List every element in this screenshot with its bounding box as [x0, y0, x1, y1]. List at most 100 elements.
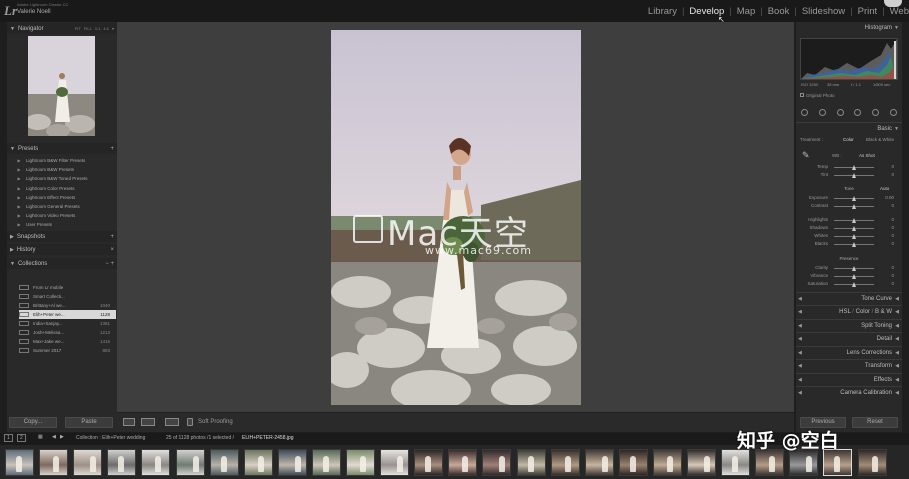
navigator-header[interactable]: ▼ Navigator FIT FILL 1:1 4:1 ▾ — [7, 23, 117, 34]
loupe-view-icon[interactable] — [123, 418, 135, 426]
exposure-slider[interactable]: Exposure 0.00 — [800, 195, 900, 203]
basic-header[interactable]: Basic ▼ — [796, 122, 902, 134]
panel-switch-icon[interactable]: ◀ — [798, 347, 802, 359]
slider-value[interactable]: 0 — [891, 233, 894, 238]
back-arrow-icon[interactable]: ◀ — [52, 434, 56, 440]
page-2-button[interactable]: 2 — [17, 434, 26, 442]
filmstrip-thumbnail[interactable] — [652, 449, 682, 476]
treatment-bw[interactable]: Black & White — [866, 137, 894, 142]
filmstrip-thumbnail-selected[interactable] — [823, 449, 853, 476]
soft-proofing-checkbox[interactable] — [187, 418, 193, 426]
slider-value[interactable]: 0 — [891, 164, 894, 169]
shadows-slider[interactable]: Shadows 0 — [800, 225, 900, 233]
module-map[interactable]: Map — [732, 6, 760, 17]
split-toning-header[interactable]: ◀ Split Toning ◀ — [796, 319, 902, 331]
hsl-header[interactable]: ◀ HSL / Color / B & W ◀ — [796, 305, 902, 317]
reset-button[interactable]: Reset — [852, 417, 898, 428]
slider-knob[interactable] — [852, 226, 856, 231]
effects-header[interactable]: ◀ Effects ◀ — [796, 373, 902, 385]
collection-item[interactable]: From Lr mobile — [19, 283, 116, 292]
slider-value[interactable]: 0.00 — [885, 195, 894, 200]
histogram-graph[interactable] — [800, 38, 898, 80]
filmstrip-thumbnail[interactable] — [448, 449, 478, 476]
highlights-slider[interactable]: Highlights 0 — [800, 217, 900, 225]
slider-knob[interactable] — [852, 242, 856, 247]
slider-knob[interactable] — [852, 204, 856, 209]
preset-folder[interactable]: ▶ User Presets — [12, 220, 116, 229]
adjustment-brush-icon[interactable] — [889, 108, 897, 116]
filmstrip-thumbnail[interactable] — [789, 449, 819, 476]
filmstrip-thumbnail[interactable] — [584, 449, 614, 476]
filmstrip-thumbnail[interactable] — [687, 449, 716, 476]
collection-item-selected[interactable]: Elih+Peter we... 1128 — [19, 310, 116, 319]
before-after-icon[interactable] — [141, 418, 155, 426]
filmstrip-thumbnail[interactable] — [243, 449, 273, 476]
collection-item[interactable]: Summer 2017 883 — [19, 346, 116, 355]
copy-settings-button[interactable]: Copy... — [9, 417, 57, 428]
whites-slider[interactable]: Whites 0 — [800, 233, 900, 241]
slider-value[interactable]: 0 — [891, 241, 894, 246]
slider-value[interactable]: 0 — [891, 273, 894, 278]
window-control-icon[interactable] — [884, 0, 902, 7]
module-library[interactable]: Library — [643, 6, 682, 17]
slider-knob[interactable] — [852, 274, 856, 279]
filmstrip-thumbnail[interactable] — [721, 449, 751, 476]
slider-knob[interactable] — [852, 282, 856, 287]
spot-removal-icon[interactable] — [818, 108, 826, 116]
slider-value[interactable]: 0 — [891, 172, 894, 177]
snapshots-header[interactable]: ▶ Snapshots + — [7, 231, 117, 242]
panel-switch-icon[interactable]: ◀ — [798, 387, 802, 399]
tone-curve-header[interactable]: ◀ Tone Curve ◀ — [796, 292, 902, 304]
filmstrip-thumbnail[interactable] — [516, 449, 546, 476]
module-book[interactable]: Book — [763, 6, 795, 17]
slider-knob[interactable] — [852, 218, 856, 223]
collection-item[interactable]: Smart Collecti... — [19, 292, 116, 301]
zoom-fit[interactable]: FIT — [75, 26, 81, 31]
clear-history-button[interactable]: × — [110, 247, 114, 253]
slider-value[interactable]: 0 — [891, 225, 894, 230]
preset-folder[interactable]: ▶ Lightroom General Presets — [12, 202, 116, 211]
radial-filter-icon[interactable] — [871, 108, 879, 116]
paste-settings-button[interactable]: Paste — [65, 417, 113, 428]
collection-item[interactable]: Brittany+Al we... 1040 — [19, 301, 116, 310]
filmstrip-thumbnail[interactable] — [346, 449, 375, 476]
image-canvas[interactable]: Mac天空 www.mac69.com — [117, 22, 794, 412]
filmstrip-thumbnail[interactable] — [380, 449, 410, 476]
clarity-slider[interactable]: Clarity 0 — [800, 265, 900, 273]
filmstrip-thumbnail[interactable] — [857, 449, 887, 476]
filmstrip-thumbnail[interactable] — [482, 449, 512, 476]
history-header[interactable]: ▶ History × — [7, 244, 117, 255]
filmstrip-thumbnail[interactable] — [175, 449, 205, 476]
filmstrip-thumbnail[interactable] — [755, 449, 785, 476]
crop-tool-icon[interactable] — [801, 108, 809, 116]
add-preset-button[interactable]: + — [110, 146, 114, 152]
red-eye-icon[interactable] — [836, 108, 844, 116]
tint-slider[interactable]: Tint 0 — [800, 172, 900, 180]
contrast-slider[interactable]: Contrast 0 — [800, 203, 900, 211]
zoom-menu[interactable]: ▾ — [112, 26, 114, 31]
filmstrip-thumbnail[interactable] — [311, 449, 341, 476]
preset-folder[interactable]: ▶ Lightroom B&W Presets — [12, 165, 116, 174]
preset-folder[interactable]: ▶ Lightroom Color Presets — [12, 184, 116, 193]
presets-header[interactable]: ▼ Presets + — [7, 143, 117, 154]
vibrance-slider[interactable]: Vibrance 0 — [800, 273, 900, 281]
filmstrip-thumbnail[interactable] — [141, 449, 171, 476]
zoom-4-1[interactable]: 4:1 — [103, 26, 109, 31]
preset-folder[interactable]: ▶ Lightroom Effect Presets — [12, 193, 116, 202]
slider-value[interactable]: 0 — [891, 203, 894, 208]
panel-switch-icon[interactable]: ◀ — [798, 360, 802, 372]
detail-header[interactable]: ◀ Detail ◀ — [796, 332, 902, 344]
original-photo-toggle[interactable]: Original Photo — [800, 93, 835, 98]
eyedropper-icon[interactable]: ✎ — [802, 150, 810, 161]
grid-view-icon[interactable]: ▦ — [38, 434, 43, 440]
module-web[interactable]: Web — [885, 6, 909, 17]
filmstrip-thumbnail[interactable] — [73, 449, 103, 476]
filmstrip-thumbnail[interactable] — [618, 449, 648, 476]
filmstrip-thumbnail[interactable] — [107, 449, 137, 476]
wb-preset-select[interactable]: As Shot — [859, 153, 875, 158]
bw-tab[interactable]: B & W — [875, 309, 892, 315]
graduated-filter-icon[interactable] — [854, 108, 862, 116]
slider-knob[interactable] — [852, 266, 856, 271]
collection-item[interactable]: Josh+Melissa... 1213 — [19, 328, 116, 337]
slider-knob[interactable] — [852, 196, 856, 201]
